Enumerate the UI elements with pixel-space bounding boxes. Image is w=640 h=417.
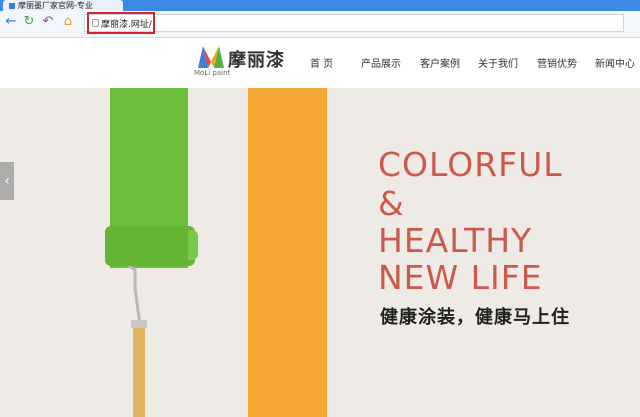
browser-tab[interactable]: 摩丽墨厂家官网-专业 [3,0,123,11]
address-highlight-box [87,12,155,34]
nav-products[interactable]: 产品展示 [361,55,401,70]
favicon-icon [9,2,15,9]
headline-line-1: COLORFUL [378,145,563,184]
hero-tagline: 健康涂装，健康马上住 [380,307,570,328]
logo-name[interactable]: 摩丽漆 [228,46,285,72]
nav-news[interactable]: 新闻中心 [595,55,635,70]
nav-home[interactable]: 首 页 [310,55,333,70]
headline-line-4: NEW LIFE [378,258,543,297]
roller-cover [105,226,195,266]
nav-cases[interactable]: 客户案例 [420,55,460,70]
refresh-icon[interactable]: ↻ [21,14,37,30]
nav-marketing[interactable]: 营销优势 [537,55,577,70]
headline-line-3: HEALTHY [378,221,533,260]
roller-tip [188,230,198,260]
logo-m-icon[interactable] [196,44,226,70]
tab-title: 摩丽墨厂家官网-专业 [18,1,93,10]
home-icon[interactable]: ⌂ [60,14,76,30]
nav-about[interactable]: 关于我们 [478,55,518,70]
logo-subtitle: MoLi paint [194,69,231,77]
back-arrow-icon[interactable]: ← [3,14,19,30]
address-bar[interactable] [84,14,624,32]
headline-line-2: & [378,184,405,223]
slider-prev-arrow-icon[interactable]: ‹ [0,162,14,200]
undo-icon[interactable]: ↶ [40,14,56,30]
orange-paint-stripe [248,88,327,417]
